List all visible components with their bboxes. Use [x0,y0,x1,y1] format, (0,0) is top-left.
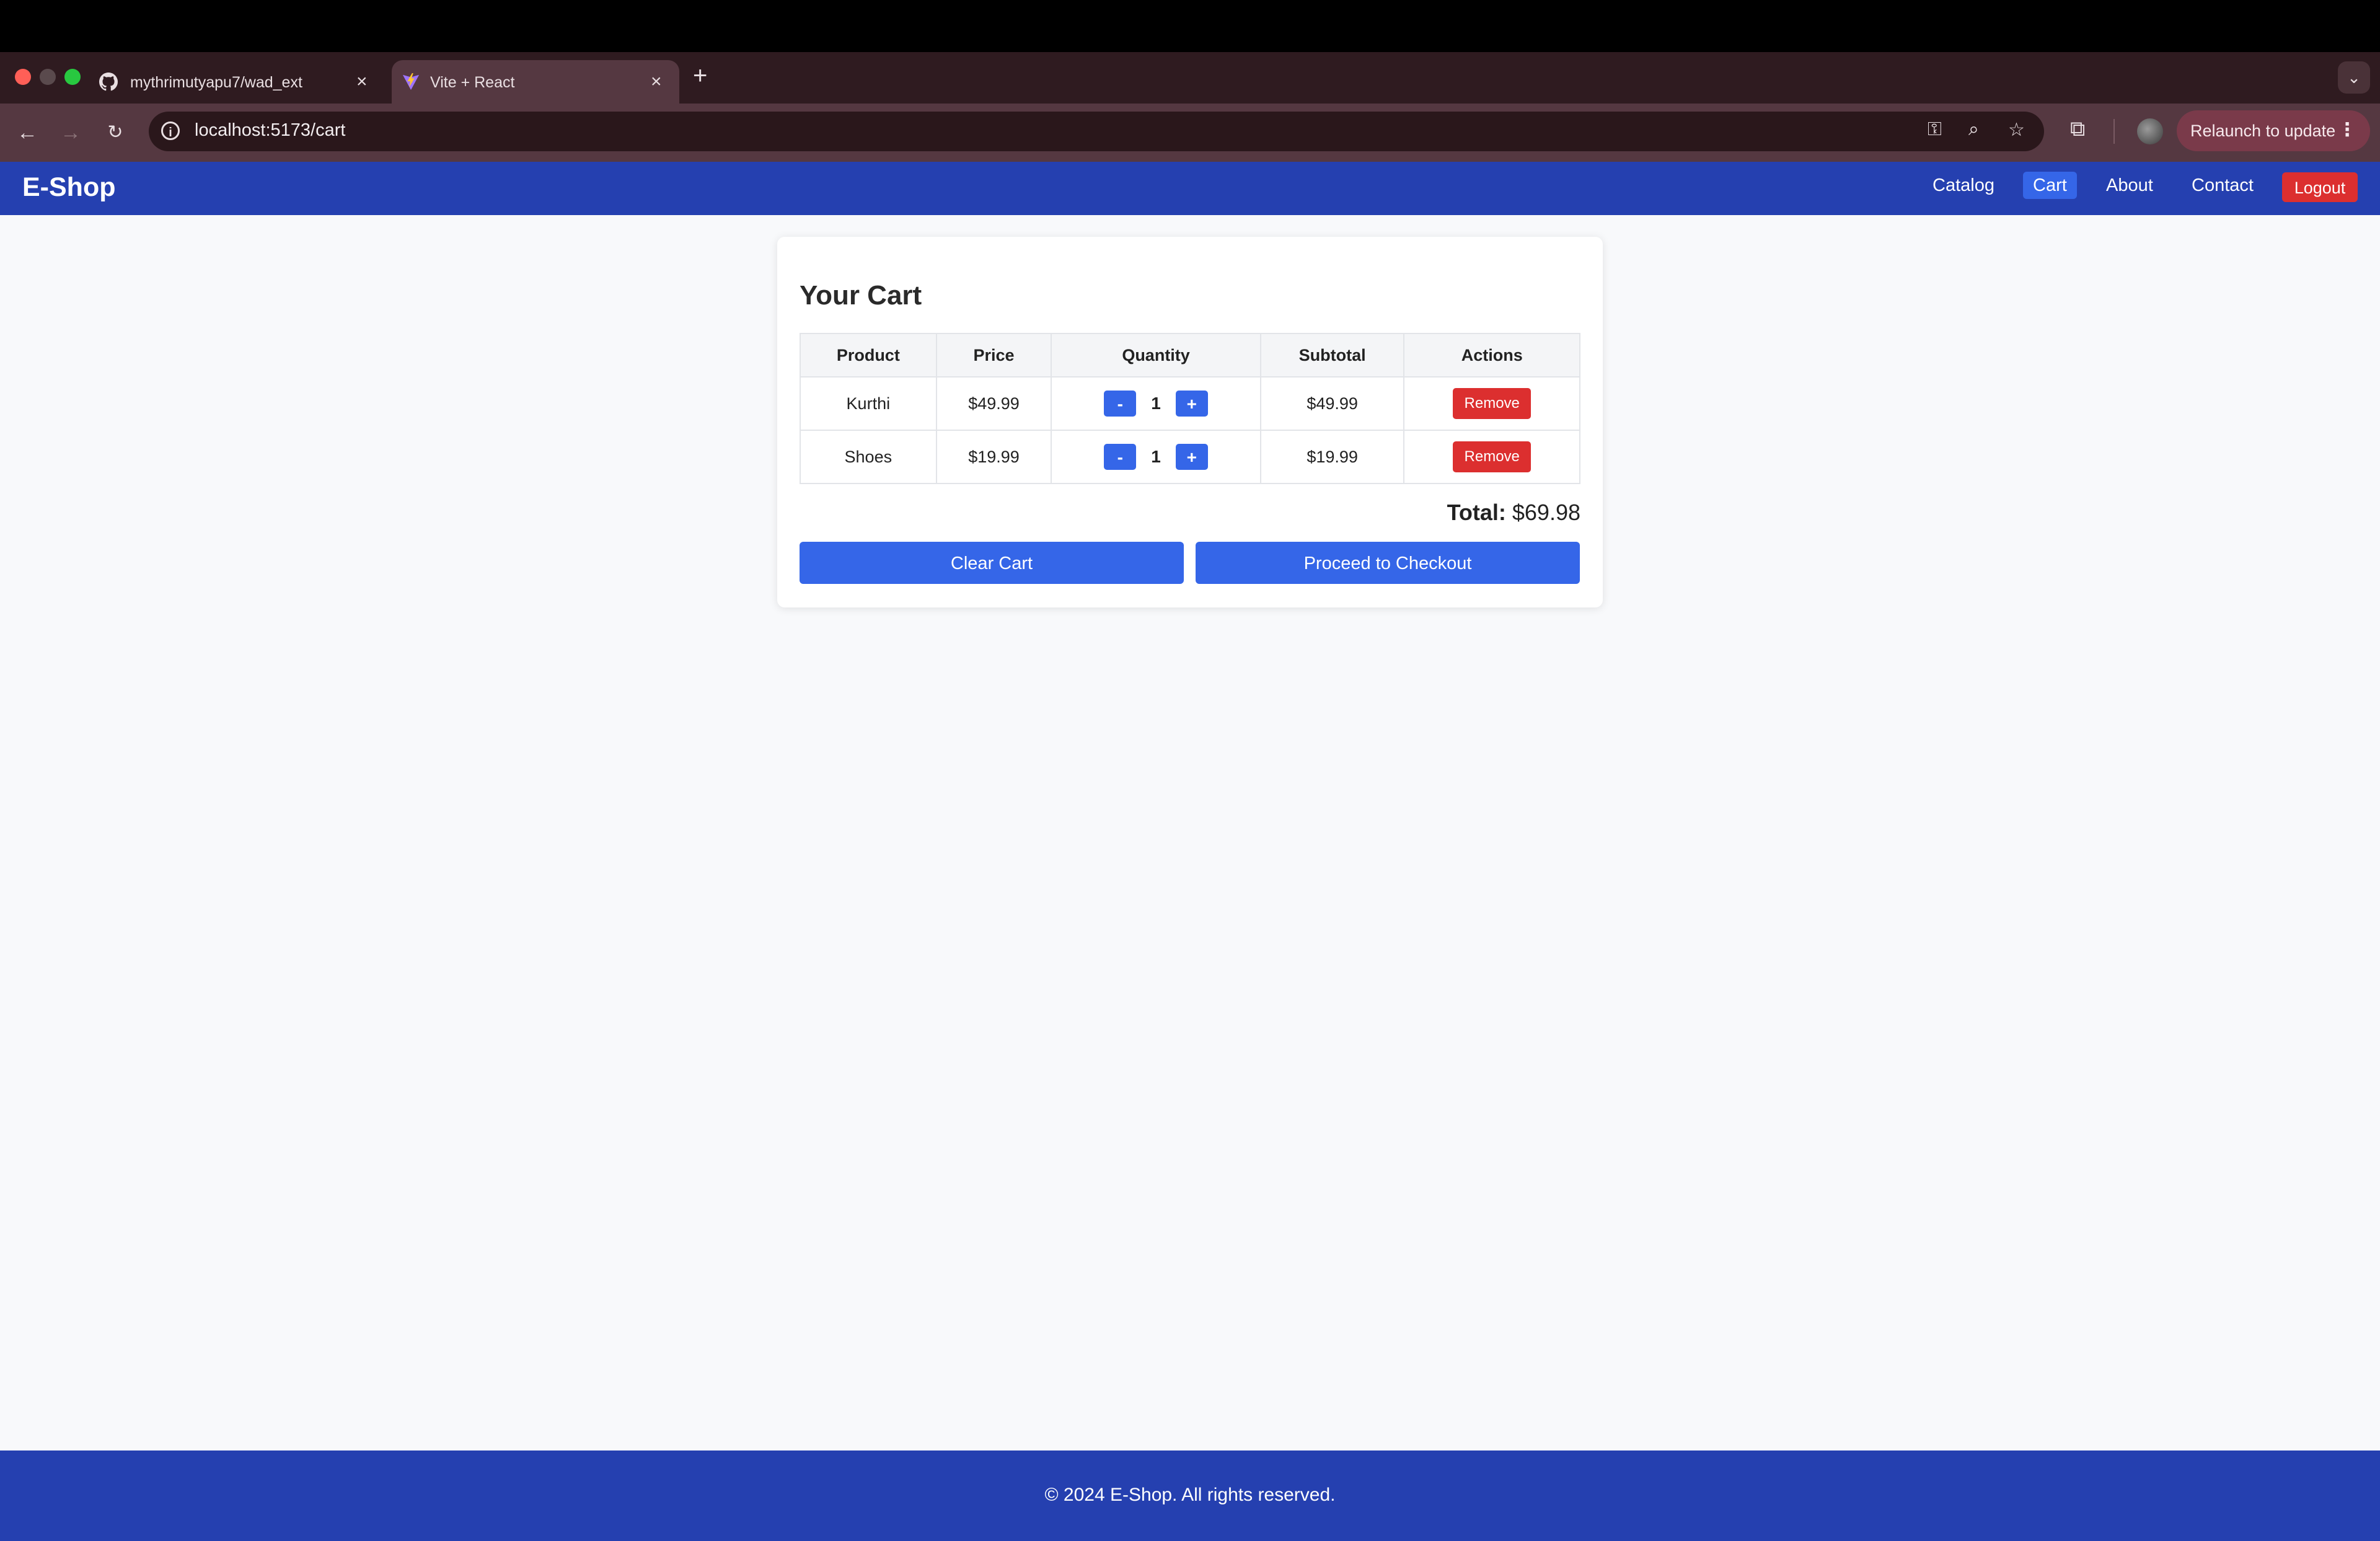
password-key-icon[interactable]: ⚿ [1928,119,1942,140]
forward-arrow-icon[interactable]: → [56,118,86,148]
table-header-row: Product Price Quantity Subtotal Actions [800,333,1580,378]
screen-top-bar [0,0,2380,52]
remove-button[interactable]: Remove [1453,441,1532,472]
window-minimize-icon[interactable] [40,69,56,85]
profile-avatar[interactable] [2137,118,2163,144]
quantity-cell: - 1 + [1051,430,1261,484]
more-vert-icon: ⋮ [2338,120,2356,140]
column-header-quantity: Quantity [1051,333,1261,378]
remove-button[interactable]: Remove [1453,388,1532,419]
address-bar[interactable] [149,112,2044,151]
product-name: Kurthi [800,376,937,431]
reload-icon[interactable]: ↻ [100,118,130,148]
increment-button[interactable]: + [1175,391,1208,417]
actions-cell: Remove [1403,430,1580,484]
nav-link-catalog[interactable]: Catalog [1923,172,2004,199]
quantity-stepper: - 1 + [1104,444,1208,470]
quantity-stepper: - 1 + [1104,391,1208,417]
product-price: $49.99 [935,376,1052,431]
window-close-icon[interactable] [15,69,31,85]
column-header-price: Price [935,333,1052,378]
tab-title: mythrimutyapu7/wad_ext [130,74,302,91]
window-maximize-icon[interactable] [64,69,81,85]
decrement-button[interactable]: - [1104,391,1137,417]
column-header-subtotal: Subtotal [1259,333,1405,378]
new-tab-button[interactable]: + [693,62,707,90]
relaunch-label: Relaunch to update [2190,121,2336,140]
nav-link-cart[interactable]: Cart [2023,172,2077,199]
table-row: Kurthi $49.99 - 1 + $49.99 Remove [800,376,1580,431]
quantity-cell: - 1 + [1051,376,1261,431]
column-header-actions: Actions [1403,333,1580,378]
quantity-value: 1 [1151,447,1161,466]
page-title: Your Cart [800,280,922,311]
brand-logo[interactable]: E-Shop [22,172,115,203]
tab-search-chevron-icon[interactable]: ⌄ [2338,61,2370,94]
clear-cart-button[interactable]: Clear Cart [800,542,1184,584]
site-info-icon[interactable]: i [161,121,180,140]
table-row: Shoes $19.99 - 1 + $19.99 Remove [800,430,1580,484]
increment-button[interactable]: + [1175,444,1208,470]
toolbar-divider [2113,119,2115,144]
vite-icon [402,73,420,91]
nav-link-contact[interactable]: Contact [2182,172,2263,199]
checkout-button[interactable]: Proceed to Checkout [1196,542,1580,584]
url-text[interactable]: localhost:5173/cart [195,120,345,141]
column-header-product: Product [800,333,937,378]
close-tab-icon[interactable]: × [651,71,662,92]
browser-tab-vite[interactable]: Vite + React × [392,60,679,104]
decrement-button[interactable]: - [1104,444,1137,470]
product-subtotal: $19.99 [1259,430,1405,484]
cart-table: Product Price Quantity Subtotal Actions … [800,333,1580,484]
actions-cell: Remove [1403,376,1580,431]
nav-link-about[interactable]: About [2096,172,2163,199]
cart-total: Total: $69.98 [1364,500,1580,526]
product-price: $19.99 [935,430,1052,484]
zoom-icon[interactable]: ⌕ [1968,119,1979,140]
product-name: Shoes [800,430,937,484]
close-tab-icon[interactable]: × [356,71,368,92]
logout-button[interactable]: Logout [2282,172,2358,202]
bookmark-star-icon[interactable]: ☆ [2008,119,2025,141]
quantity-value: 1 [1151,394,1161,413]
relaunch-button[interactable]: Relaunch to update ⋮ [2177,110,2370,151]
extensions-puzzle-icon[interactable]: ⧉ [2070,117,2085,141]
back-arrow-icon[interactable]: ← [12,118,42,148]
product-subtotal: $49.99 [1259,376,1405,431]
footer-copyright: © 2024 E-Shop. All rights reserved. [1044,1485,1336,1505]
total-label: Total: [1447,500,1506,525]
github-icon [99,73,118,91]
browser-tab-github[interactable]: mythrimutyapu7/wad_ext × [99,60,378,104]
total-value: $69.98 [1512,500,1580,525]
tab-title: Vite + React [430,74,515,91]
